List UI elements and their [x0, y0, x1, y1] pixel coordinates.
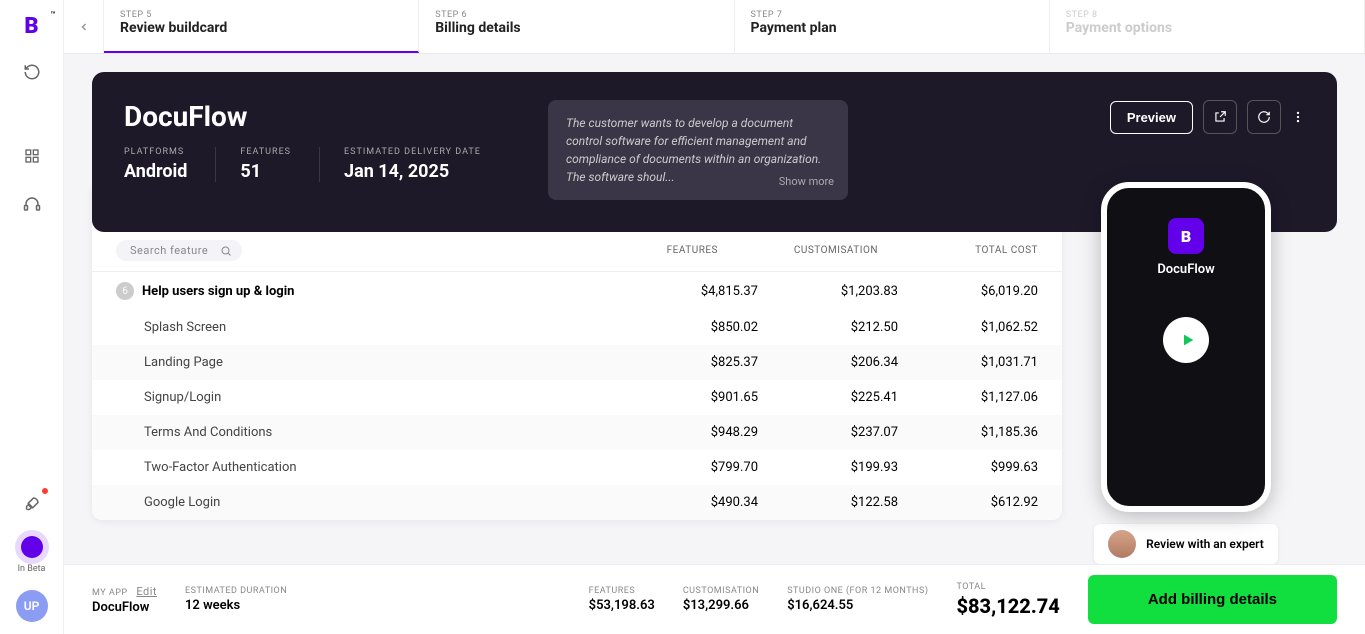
- col-features: FEATURES: [598, 245, 718, 256]
- review-expert-button[interactable]: Review with an expert: [1094, 524, 1278, 564]
- summary-features: $53,198.63: [589, 598, 655, 613]
- summary-duration: 12 weeks: [185, 598, 287, 613]
- add-billing-button[interactable]: Add billing details: [1088, 575, 1337, 624]
- feature-row[interactable]: Splash Screen$850.02$212.50$1,062.52: [92, 310, 1062, 345]
- beta-indicator: [21, 536, 43, 558]
- refresh-icon[interactable]: [1247, 100, 1281, 134]
- summary-bar: MY APP Edit DocuFlow ESTIMATED DURATION …: [64, 564, 1365, 634]
- share-icon[interactable]: [1203, 100, 1237, 134]
- rocket-icon[interactable]: [16, 488, 48, 520]
- summary-customisation: $13,299.66: [683, 598, 759, 613]
- feature-row[interactable]: Signup/Login$901.65$225.41$1,127.06: [92, 380, 1062, 415]
- brand-logo[interactable]: B™: [18, 12, 46, 40]
- step-7[interactable]: STEP 7Payment plan: [735, 0, 1050, 53]
- left-rail: B™ In Beta UP: [0, 0, 64, 634]
- col-customisation: CUSTOMISATION: [738, 245, 878, 256]
- headset-icon[interactable]: [16, 188, 48, 220]
- back-button[interactable]: [64, 0, 104, 53]
- search-input[interactable]: Search feature: [116, 240, 242, 261]
- feature-row[interactable]: Google Login$490.34$122.58$612.92: [92, 485, 1062, 520]
- app-name-preview: DocuFlow: [1157, 262, 1214, 277]
- app-icon: B: [1168, 218, 1204, 254]
- phone-preview: B DocuFlow: [1101, 182, 1271, 512]
- feature-row[interactable]: Landing Page$825.37$206.34$1,031.71: [92, 345, 1062, 380]
- step-header: STEP 5Review buildcardSTEP 6Billing deta…: [64, 0, 1365, 54]
- play-button[interactable]: [1163, 317, 1209, 363]
- summary-total: $83,122.74: [956, 594, 1059, 618]
- platforms-value: Android: [124, 161, 187, 182]
- apps-icon[interactable]: [16, 140, 48, 172]
- feature-row[interactable]: Two-Factor Authentication$799.70$199.93$…: [92, 450, 1062, 485]
- description-box: The customer wants to develop a document…: [548, 100, 848, 200]
- summary-app-name: DocuFlow: [92, 600, 157, 615]
- summary-studio: $16,624.55: [787, 598, 928, 613]
- expert-avatar: [1108, 530, 1136, 558]
- feature-group[interactable]: 6Help users sign up & login$4,815.37$1,2…: [92, 272, 1062, 310]
- step-5[interactable]: STEP 5Review buildcard: [104, 0, 419, 53]
- edit-app-link[interactable]: Edit: [136, 585, 157, 598]
- step-8: STEP 8Payment options: [1050, 0, 1365, 53]
- show-more-link[interactable]: Show more: [779, 174, 834, 191]
- feature-row[interactable]: Terms And Conditions$948.29$237.07$1,185…: [92, 415, 1062, 450]
- features-panel: Features Delivery Details Search feature…: [92, 182, 1062, 520]
- col-total: TOTAL COST: [898, 245, 1038, 256]
- delivery-date: Jan 14, 2025: [344, 161, 481, 182]
- beta-label: In Beta: [18, 564, 46, 574]
- undo-icon[interactable]: [16, 56, 48, 88]
- app-title: DocuFlow: [124, 100, 524, 133]
- user-avatar[interactable]: UP: [16, 590, 48, 622]
- preview-button[interactable]: Preview: [1110, 101, 1193, 134]
- more-icon[interactable]: [1291, 110, 1305, 124]
- features-count: 51: [240, 161, 291, 182]
- step-6[interactable]: STEP 6Billing details: [419, 0, 734, 53]
